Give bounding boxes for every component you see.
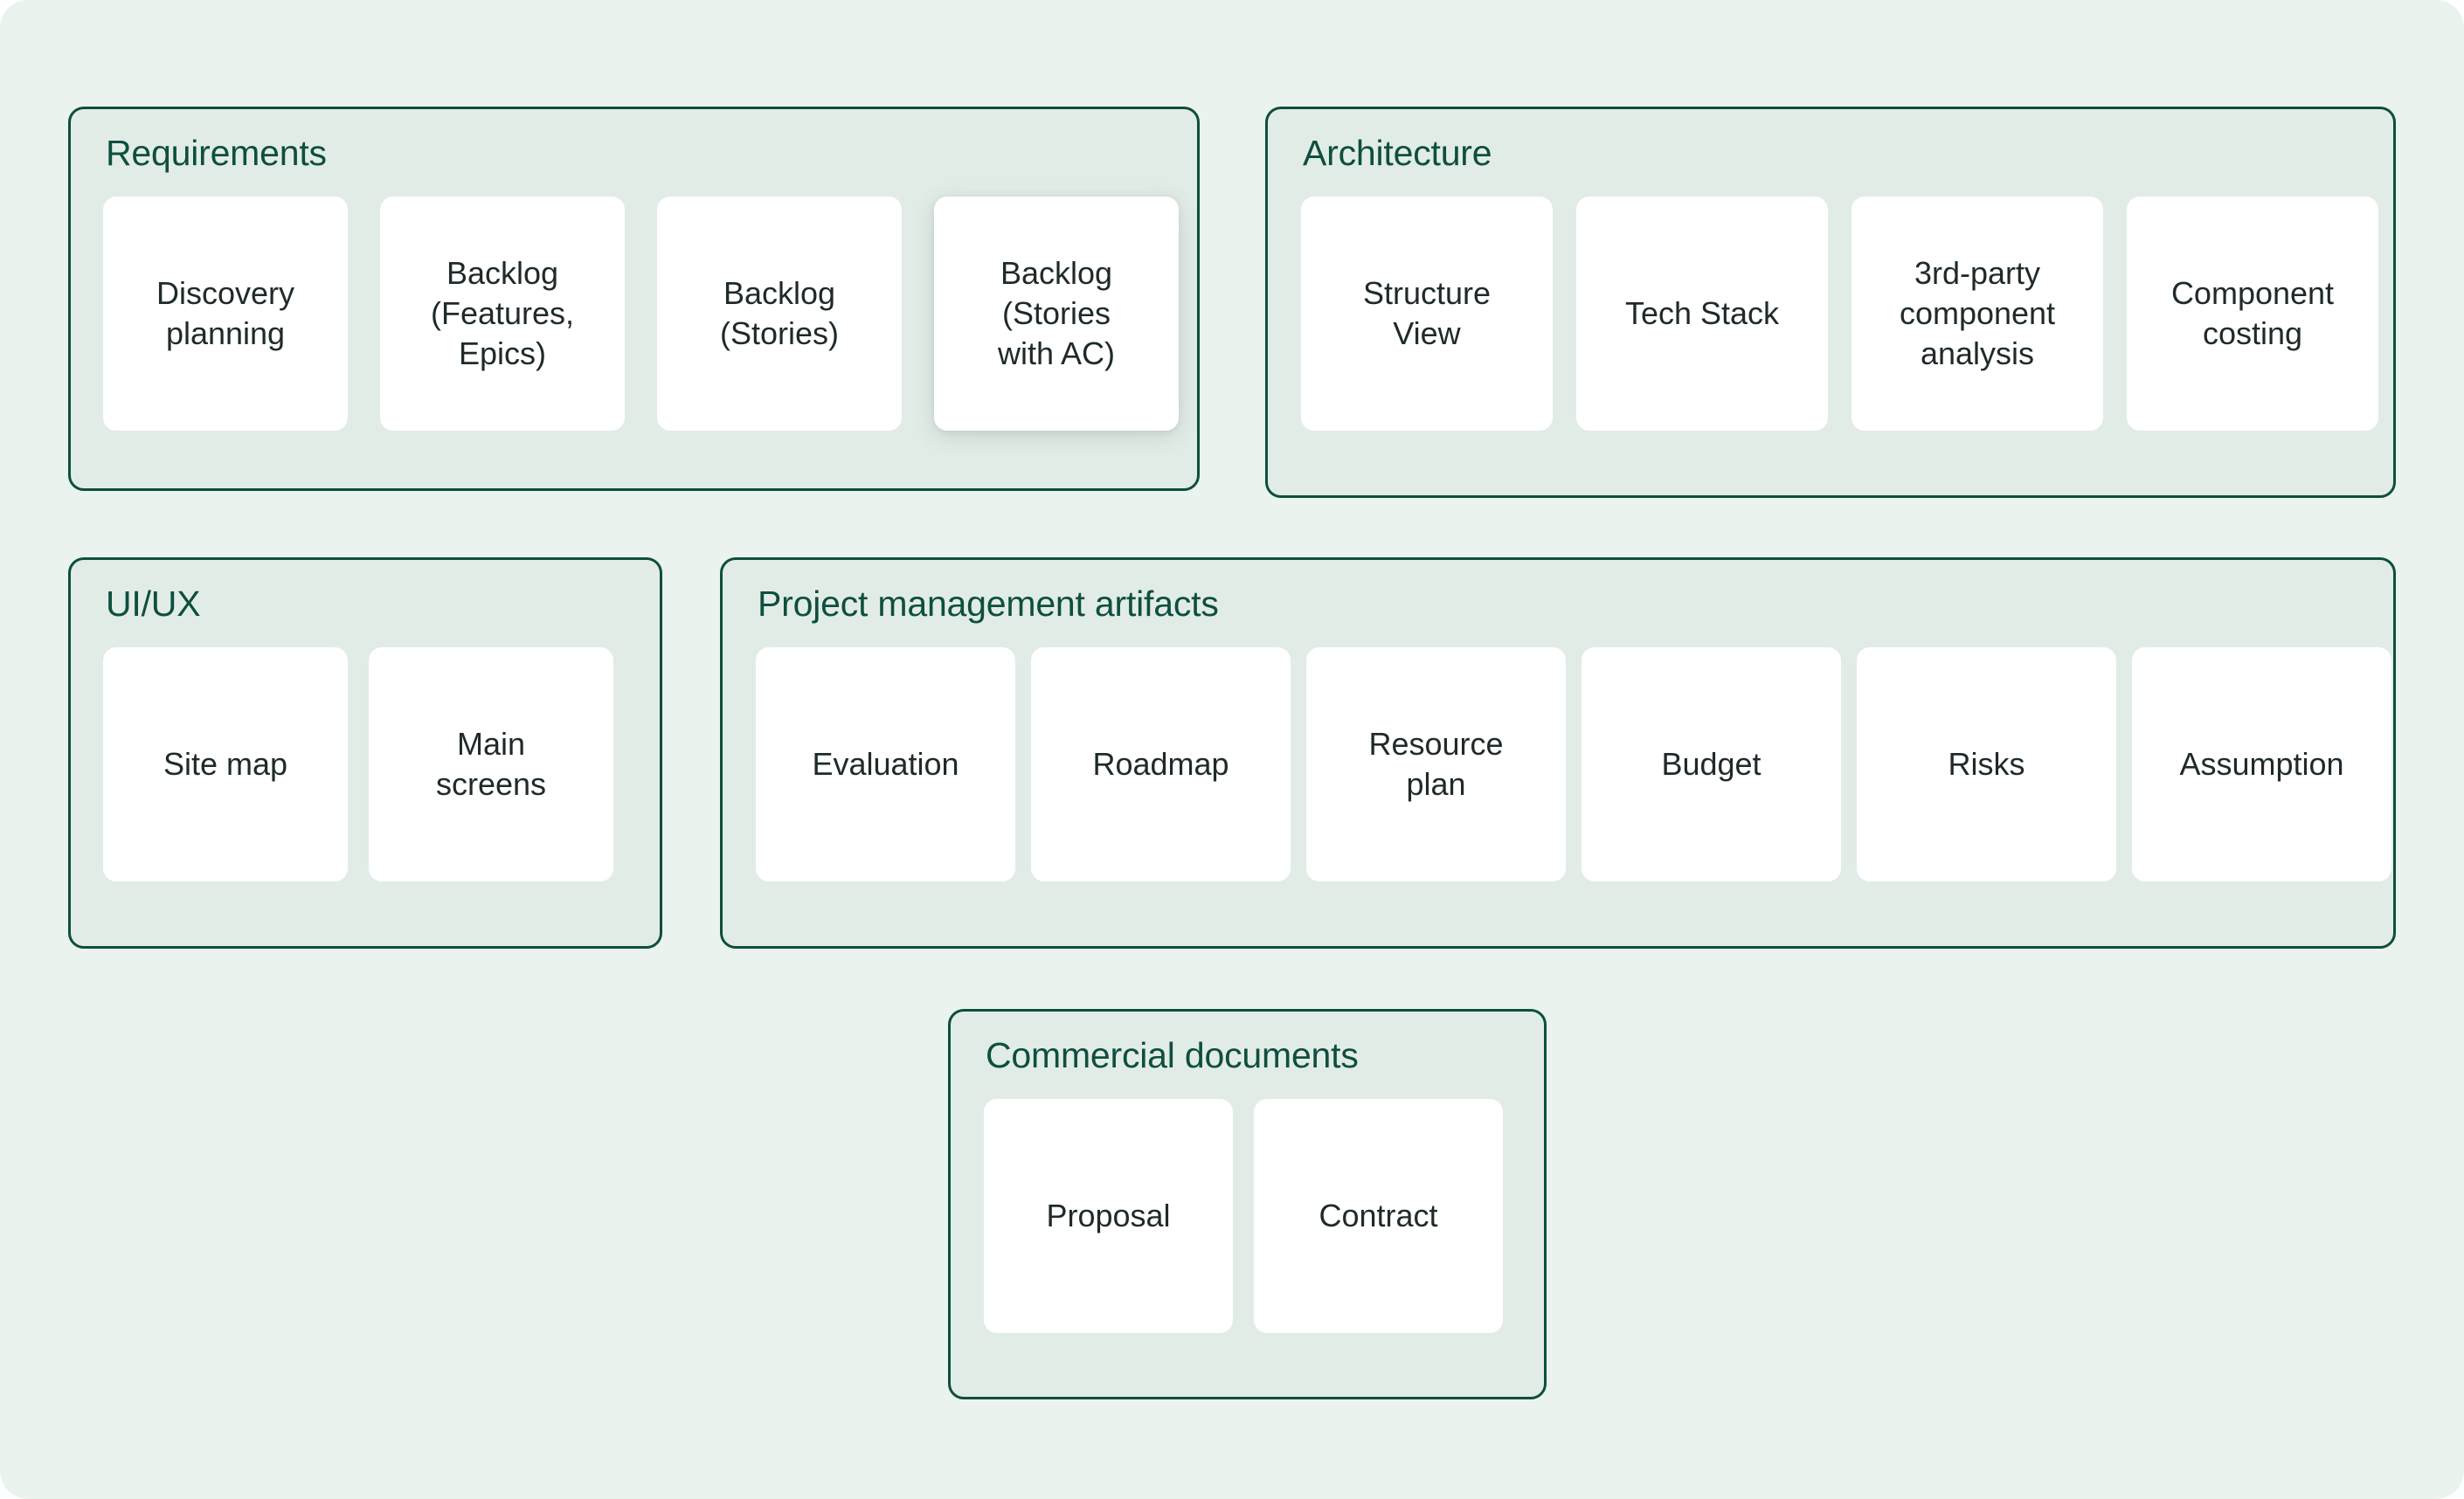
card-component-costing[interactable]: Component costing <box>2127 197 2378 431</box>
card-backlog-stories[interactable]: Backlog (Stories) <box>657 197 902 431</box>
group-panel-architecture: Architecture Structure View Tech Stack 3… <box>1265 107 2396 498</box>
card-budget[interactable]: Budget <box>1582 647 1841 881</box>
card-contract[interactable]: Contract <box>1254 1099 1503 1333</box>
card-tech-stack[interactable]: Tech Stack <box>1576 197 1828 431</box>
card-proposal[interactable]: Proposal <box>984 1099 1233 1333</box>
group-panel-uiux: UI/UX Site map Main screens <box>68 557 662 949</box>
card-backlog-features-epics[interactable]: Backlog (Features, Epics) <box>380 197 625 431</box>
group-title-commercial-documents: Commercial documents <box>986 1035 1359 1075</box>
diagram-canvas: Requirements Discovery planning Backlog … <box>0 0 2464 1499</box>
card-row-commercial-documents: Proposal Contract <box>984 1099 1544 1333</box>
group-title-project-management-artifacts: Project management artifacts <box>758 584 1219 624</box>
card-site-map[interactable]: Site map <box>103 647 348 881</box>
card-roadmap[interactable]: Roadmap <box>1031 647 1291 881</box>
card-row-requirements: Discovery planning Backlog (Features, Ep… <box>103 197 1197 431</box>
card-row-project-management-artifacts: Evaluation Roadmap Resource plan Budget … <box>756 647 2393 881</box>
card-structure-view[interactable]: Structure View <box>1301 197 1553 431</box>
card-main-screens[interactable]: Main screens <box>369 647 613 881</box>
group-panel-requirements: Requirements Discovery planning Backlog … <box>68 107 1200 491</box>
card-resource-plan[interactable]: Resource plan <box>1306 647 1566 881</box>
group-title-architecture: Architecture <box>1303 133 1492 173</box>
card-row-uiux: Site map Main screens <box>103 647 660 881</box>
card-backlog-stories-with-ac[interactable]: Backlog (Stories with AC) <box>934 197 1179 431</box>
card-row-architecture: Structure View Tech Stack 3rd-party comp… <box>1301 197 2393 431</box>
card-discovery-planning[interactable]: Discovery planning <box>103 197 348 431</box>
card-evaluation[interactable]: Evaluation <box>756 647 1015 881</box>
card-assumption[interactable]: Assumption <box>2132 647 2391 881</box>
group-panel-project-management-artifacts: Project management artifacts Evaluation … <box>720 557 2396 949</box>
card-risks[interactable]: Risks <box>1857 647 2116 881</box>
group-title-uiux: UI/UX <box>106 584 201 624</box>
card-third-party-component-analysis[interactable]: 3rd-party component analysis <box>1851 197 2103 431</box>
group-panel-commercial-documents: Commercial documents Proposal Contract <box>948 1009 1547 1399</box>
group-title-requirements: Requirements <box>106 133 327 173</box>
